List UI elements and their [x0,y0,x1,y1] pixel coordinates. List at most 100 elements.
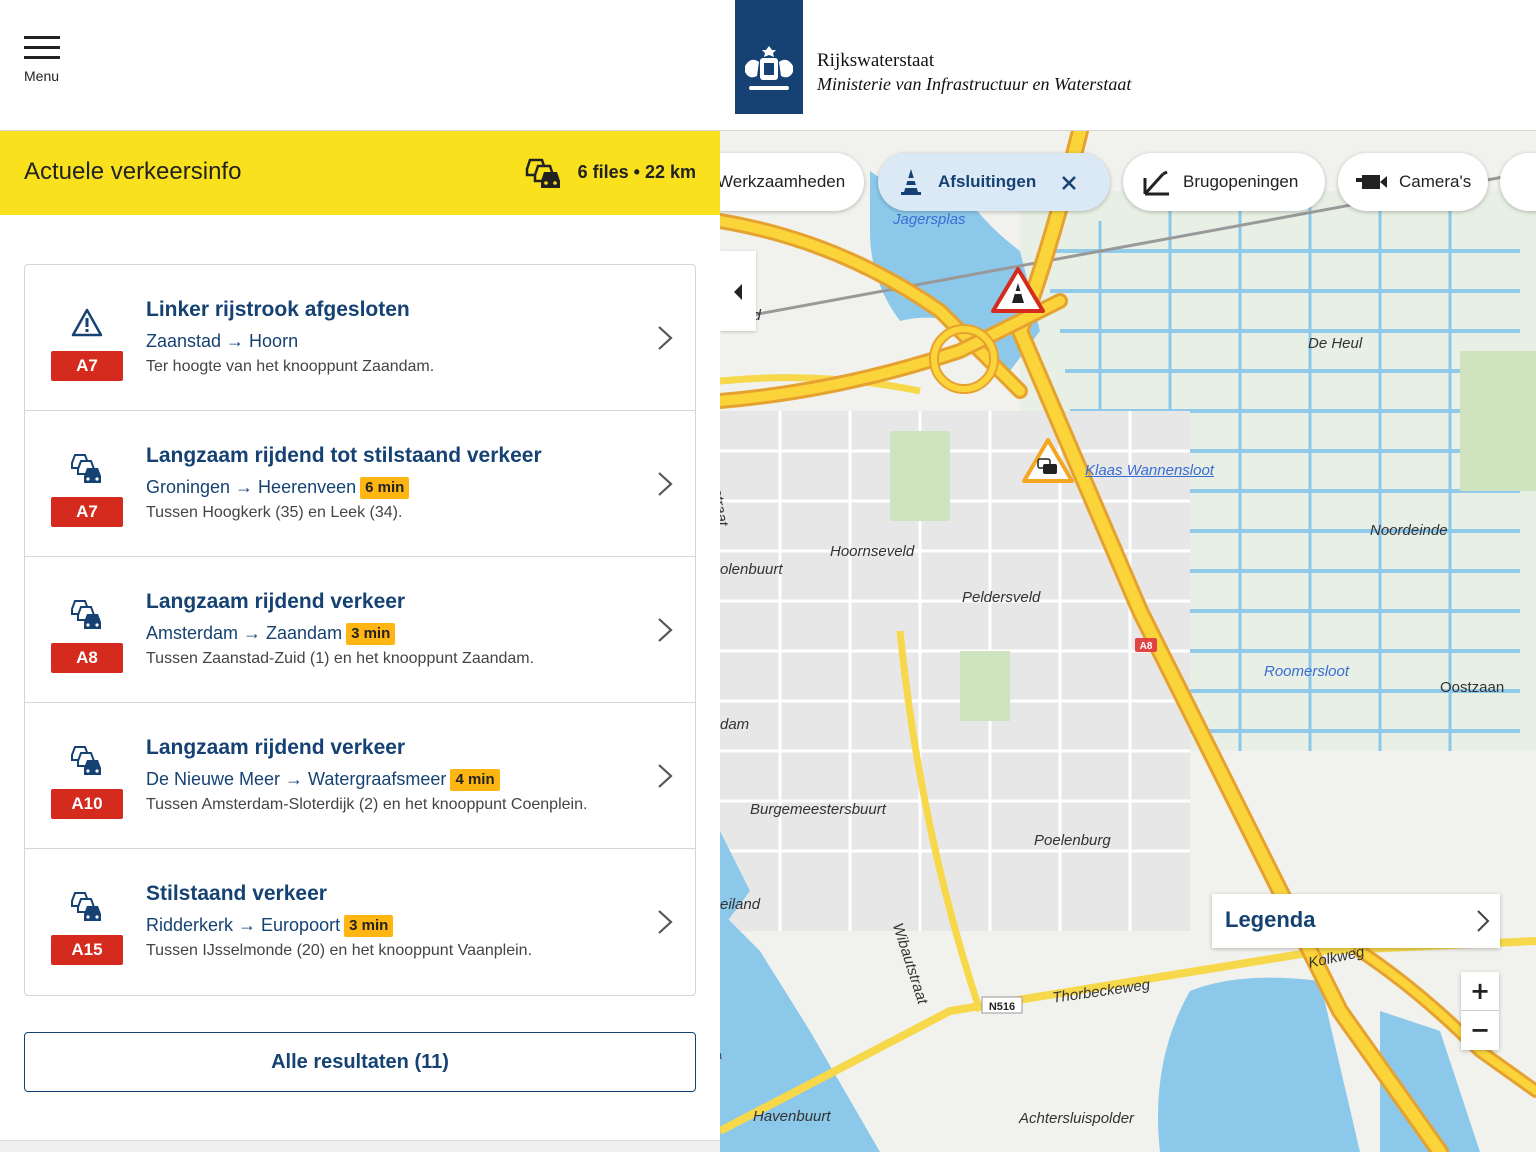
incident-item[interactable]: A10 Langzaam rijdend verkeer De Nieuwe Mee… [25,703,695,849]
delay-badge: 3 min [344,915,394,937]
filter-brugopeningen[interactable]: Brugopeningen [1123,153,1325,211]
road-badge: A10 [51,789,123,819]
incident-description: Ter hoogte van het knooppunt Zaandam. [146,358,435,375]
zoom-out-button[interactable]: − [1461,1011,1499,1050]
incident-route: Amsterdam → Zaandam 3 min [146,623,396,645]
incident-title: Langzaam rijdend verkeer [146,736,406,759]
rijkswaterstaat-logo[interactable] [735,0,803,114]
site-header: Menu Rijkswaterstaat Ministerie van Infr… [0,0,1536,131]
incident-item[interactable]: A15 Stilstaand verkeer Ridderkerk → Europo… [25,849,695,995]
traffic-jam-icon [71,454,101,483]
map-label-hoornseveld: Hoornseveld [830,543,915,560]
traffic-cone-icon [901,169,921,195]
incident-title: Stilstaand verkeer [146,882,327,905]
delay-badge: 6 min [360,477,410,499]
hamburger-icon [24,36,60,60]
legend-label: Legenda [1225,907,1316,932]
legend-button[interactable]: Legenda [1212,894,1500,948]
road-shield-n516: N516 [989,1001,1015,1013]
zoom-control: + − [1461,972,1499,1050]
chevron-right-icon-wrapper [657,617,673,643]
route-text: Ridderkerk → Europoort [146,915,341,935]
traffic-panel: Actuele verkeersinfo 6 files • 22 km A7 L… [0,131,720,1152]
delay-badge: 3 min [346,623,396,645]
map-label-eiland: eiland [720,896,761,913]
coat-of-arms-icon [745,46,793,90]
map-label-roomersloot: Roomersloot [1264,663,1350,680]
chevron-right-icon-wrapper [657,471,673,497]
map-canvas[interactable]: A8 N516 [720,131,1536,1152]
map-label-olenbuurt: olenbuurt [720,561,783,578]
chevron-right-icon [658,764,673,788]
incident-description: Tussen Zaanstad-Zuid (1) en het knooppun… [146,650,535,667]
filter-afsluitingen[interactable]: Afsluitingen [878,153,1110,211]
incident-item[interactable]: A8 Langzaam rijdend verkeer Amsterdam → Za… [25,557,695,703]
route-text: Zaanstad → Hoorn [146,331,299,351]
road-badge: A7 [51,497,123,527]
all-results-button[interactable]: Alle resultaten (11) [24,1032,696,1092]
traffic-jam-icon-wrapper [69,597,105,633]
incident-item[interactable]: A7 Langzaam rijdend tot stilstaand verkee… [25,411,695,557]
chevron-left-icon [734,284,742,300]
filter-cameras-label: Camera's [1399,172,1472,191]
panel-footer [0,1140,720,1152]
close-icon[interactable] [1061,175,1077,191]
map-label-peldersveld: Peldersveld [962,589,1041,606]
collapse-panel-button[interactable] [720,251,756,331]
chevron-right-icon [658,910,673,934]
map-label-jagersplas: Jagersplas [893,211,966,228]
filter-brugopeningen-label: Brugopeningen [1183,172,1299,191]
map-label-oostzaan: Oostzaan [1440,679,1505,696]
incident-list: A7 Linker rijstrook afgesloten Zaanstad → … [24,264,696,996]
chevron-right-icon [658,618,673,642]
zoom-in-button[interactable]: + [1461,972,1499,1011]
chevron-right-icon-wrapper [657,325,673,351]
road-badge: A7 [51,351,123,381]
app-root: Menu Rijkswaterstaat Ministerie van Infr… [0,0,1536,1152]
map-label-de-heul: De Heul [1308,335,1363,352]
warning-icon-wrapper [69,305,105,341]
chevron-right-icon [1477,910,1490,932]
route-text: Amsterdam → Zaandam [146,623,343,643]
summary-count: 6 files • 22 km [577,162,696,182]
traffic-jam-icon-wrapper [69,889,105,925]
summary-title: Actuele verkeersinfo [24,158,242,185]
incident-description: Tussen IJsselmonde (20) en het knooppunt… [146,942,533,959]
traffic-map[interactable]: A8 N516 Jagersplas De Heul Klaas Wannens… [720,131,1536,1152]
road-badge: A15 [51,935,123,965]
drawbridge-icon [1143,170,1169,196]
incident-route: Zaanstad → Hoorn [146,331,298,352]
incident-description: Tussen Hoogkerk (35) en Leek (34). [146,504,403,521]
route-text: Groningen → Heerenveen [146,477,357,497]
incident-description: Tussen Amsterdam-Sloterdijk (2) en het k… [146,796,588,813]
incident-route: Groningen → Heerenveen 6 min [146,477,410,499]
warning-icon [71,308,103,337]
chevron-right-icon [658,472,673,496]
org-name: Rijkswaterstaat [817,50,935,71]
map-label-havenbuurt: Havenbuurt [753,1108,831,1125]
traffic-jam-icon [71,600,101,629]
map-label-achtersluispolder: Achtersluispolder [1019,1110,1135,1127]
filter-werkzaamheden[interactable]: Werkzaamheden [720,153,864,211]
filter-werkzaamheden-label: Werkzaamheden [720,172,846,191]
filter-afsluitingen-label: Afsluitingen [938,172,1037,191]
menu-label: Menu [24,68,60,84]
traffic-jam-icon [525,158,560,188]
incident-item[interactable]: A7 Linker rijstrook afgesloten Zaanstad → … [25,265,695,411]
map-label-dam: dam [720,716,750,733]
map-label-burgemeestersbuurt: Burgemeestersbuurt [750,801,886,818]
chevron-right-icon-wrapper [657,763,673,789]
road-badge: A8 [51,643,123,673]
ministry-name: Ministerie van Infrastructuur en Waterst… [817,74,1132,94]
filter-cameras[interactable]: Camera's [1338,153,1488,211]
traffic-jam-icon [71,746,101,775]
map-label-noordeinde: Noordeinde [1370,522,1448,539]
chevron-right-icon [658,326,673,350]
route-text: De Nieuwe Meer → Watergraafsmeer [146,769,447,789]
menu-button[interactable]: Menu [22,34,66,90]
incident-route: Ridderkerk → Europoort 3 min [146,915,394,937]
incident-title: Linker rijstrook afgesloten [146,298,410,321]
incident-title: Langzaam rijdend tot stilstaand verkeer [146,444,542,467]
incident-title: Langzaam rijdend verkeer [146,590,406,613]
traffic-jam-icon-wrapper [69,451,105,487]
